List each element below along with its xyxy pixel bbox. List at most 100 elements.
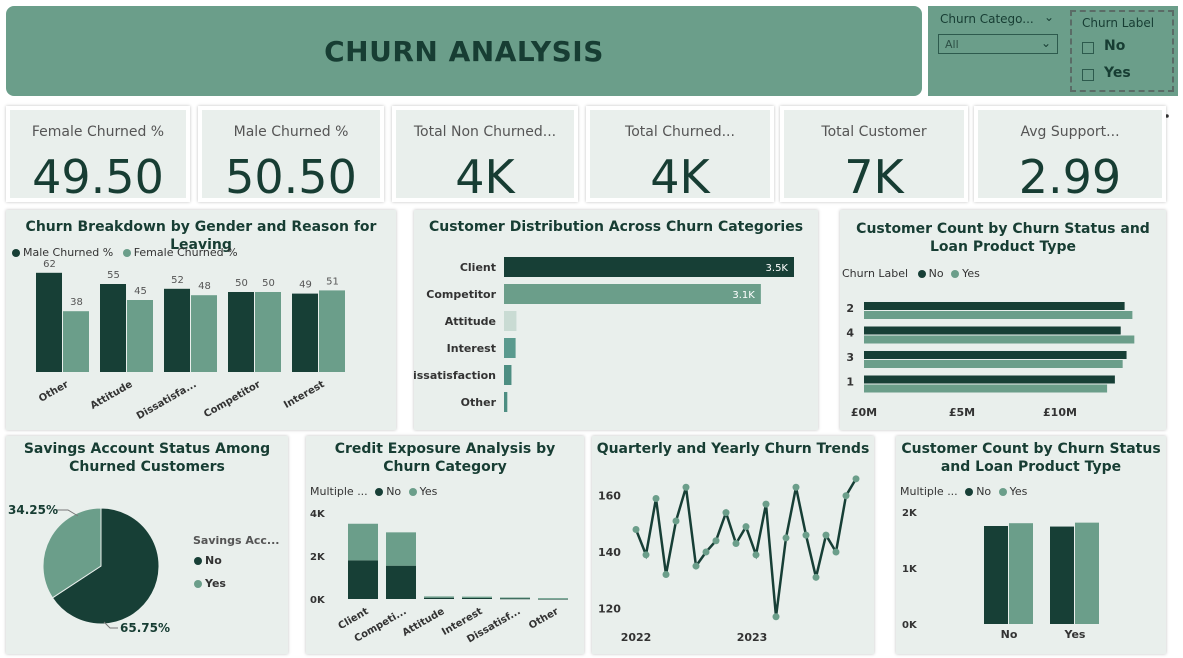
chart-savings[interactable]: Savings Account Status Among Churned Cus…: [6, 436, 288, 654]
bar: [292, 293, 318, 372]
kpi-avg-support: Avg Support... 2.99: [974, 106, 1166, 204]
chart-quarterly-trend[interactable]: Quarterly and Yearly Churn Trends 120 140…: [592, 436, 874, 654]
kpi-label: Avg Support...: [1020, 124, 1120, 140]
data-point: [772, 613, 780, 621]
checkbox-yes-label: Yes: [1104, 65, 1131, 81]
y-tick-label: 160: [598, 490, 621, 503]
data-point: [792, 483, 800, 491]
chart-gender-reason[interactable]: Churn Breakdown by Gender and Reason for…: [6, 210, 396, 430]
y-tick-label: 1K: [902, 564, 918, 575]
kpi-label: Total Non Churned...: [413, 124, 557, 140]
bar: [504, 311, 517, 331]
y-tick-label: 2K: [902, 508, 918, 519]
x-tick-label: Yes: [1064, 628, 1086, 641]
kpi-male-churned: Male Churned % 50.50: [198, 106, 384, 204]
y-tick-label: Attitude: [445, 315, 496, 328]
data-label: 55: [107, 270, 120, 281]
bar-segment: [462, 596, 492, 598]
data-point: [652, 495, 660, 503]
bar-segment: [386, 565, 416, 599]
data-point: [742, 523, 750, 531]
y-tick-label: 4: [846, 327, 854, 340]
bar: [864, 302, 1125, 310]
x-tick-label: Dissatisfa...: [135, 379, 199, 422]
x-tick-label: Other: [37, 379, 70, 405]
bar: [504, 284, 761, 304]
kpi-label: Female Churned %: [31, 124, 165, 140]
x-tick-label: £0M: [851, 406, 877, 419]
churn-label-slicer: Churn Label No Yes: [1070, 10, 1174, 92]
bar: [1009, 523, 1033, 624]
data-label: 50: [262, 278, 275, 289]
data-point: [782, 534, 790, 542]
x-tick-label: £5M: [949, 406, 975, 419]
x-tick-label: No: [1001, 628, 1018, 641]
kpi-total-non-churned: Total Non Churned... 4K: [392, 106, 578, 204]
data-point: [662, 571, 670, 579]
x-tick-label: 2022: [621, 631, 652, 644]
data-label: 3.5K: [766, 263, 789, 274]
kpi-total-customer: Total Customer 7K: [780, 106, 968, 204]
data-point: [692, 562, 700, 570]
chevron-down-icon[interactable]: ⌄: [1044, 10, 1054, 24]
data-label: 51: [326, 276, 339, 287]
chart-loan-product[interactable]: Customer Count by Churn Status and Loan …: [840, 210, 1166, 430]
bar: [100, 284, 126, 372]
trend-line: [634, 478, 858, 617]
x-tick-label: Interest: [282, 379, 327, 411]
y-tick-label: 140: [598, 546, 621, 559]
y-tick-label: Client: [460, 261, 496, 274]
bar: [864, 351, 1127, 359]
kpi-label: Total Churned...: [625, 124, 735, 140]
bar-segment: [348, 560, 378, 599]
chart-credit-exposure[interactable]: Credit Exposure Analysis by Churn Catego…: [306, 436, 584, 654]
bar: [504, 338, 516, 358]
data-point: [682, 483, 690, 491]
chart-category-distribution[interactable]: Customer Distribution Across Churn Categ…: [414, 210, 818, 430]
bar-segment: [538, 598, 568, 600]
y-tick-label: Dissatisfaction: [414, 369, 496, 382]
bar: [1075, 522, 1099, 624]
chart-loan-product-svg: 2 4 3 1 £0M £5M £10M: [846, 302, 1135, 419]
churn-category-dropdown[interactable]: All ⌄: [938, 34, 1058, 54]
data-label: 62: [43, 259, 56, 270]
kpi-value: 4K: [455, 150, 515, 204]
slicer-panel: Churn Catego... ⌄ All ⌄ Churn Label No Y…: [928, 6, 1178, 96]
x-tick-label: Other: [527, 606, 560, 632]
bar-segment: [424, 596, 454, 598]
kpi-label: Total Customer: [821, 124, 927, 140]
chevron-down-icon: ⌄: [1040, 36, 1051, 50]
data-point: [632, 525, 640, 533]
data-point: [832, 548, 840, 556]
bar: [864, 326, 1121, 335]
y-tick-label: 2: [846, 302, 854, 315]
page-title: CHURN ANALYSIS: [324, 34, 604, 68]
bar-segment: [424, 597, 454, 599]
chart-loan-status[interactable]: Customer Count by Churn Status and Loan …: [896, 436, 1166, 654]
bar: [36, 272, 62, 372]
kpi-value: 4K: [650, 150, 710, 204]
chart-credit-exposure-svg: 0K2K4KClientCompeti...AttitudeInterestDi…: [310, 509, 568, 645]
kpi-value: 2.99: [1018, 150, 1122, 204]
data-point: [762, 500, 770, 508]
bar-segment: [348, 523, 378, 561]
x-tick-label: Attitude: [401, 606, 447, 639]
data-label: 3.1K: [732, 290, 755, 301]
y-tick-label: Interest: [447, 342, 496, 355]
data-label: 65.75%: [120, 621, 170, 635]
churn-category-slicer-label: Churn Catego...: [940, 12, 1034, 26]
y-tick-label: 2K: [310, 552, 326, 563]
data-point: [822, 531, 830, 539]
checkbox-no[interactable]: [1082, 42, 1094, 54]
data-label: 38: [70, 297, 83, 308]
y-tick-label: 0K: [310, 595, 326, 606]
data-label: 45: [134, 286, 147, 297]
checkbox-yes[interactable]: [1082, 69, 1094, 81]
data-point: [802, 531, 810, 539]
checkbox-no-label: No: [1104, 38, 1126, 54]
bar-segment: [386, 532, 416, 566]
y-tick-label: 4K: [310, 509, 326, 520]
y-tick-label: 3: [846, 351, 854, 364]
data-point: [702, 548, 710, 556]
title-banner: CHURN ANALYSIS: [6, 6, 922, 96]
